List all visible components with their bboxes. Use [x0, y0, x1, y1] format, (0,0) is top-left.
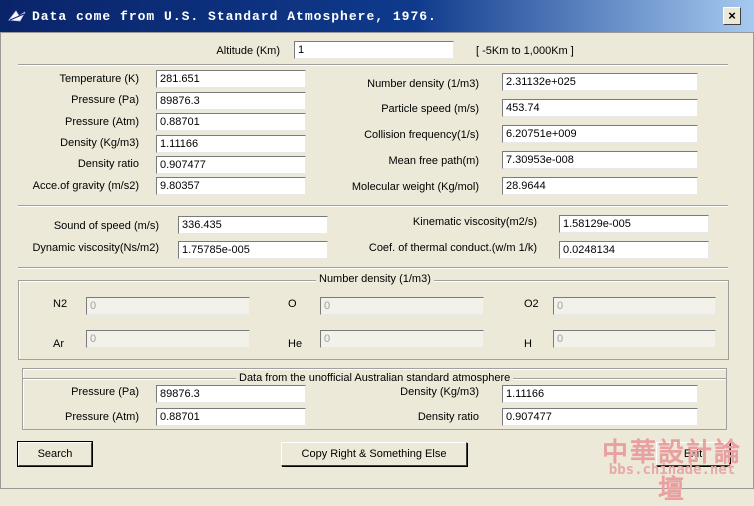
mean-free-path-label: Mean free path(m) — [388, 155, 479, 167]
particle-speed-field[interactable]: 453.74 — [502, 99, 698, 117]
species-field-h: 0 — [553, 330, 716, 348]
thermal-conduct-label: Coef. of thermal conduct.(w/m 1/k) — [368, 242, 537, 254]
pressure-pa-field[interactable]: 89876.3 — [156, 92, 306, 110]
separator-middle — [18, 205, 728, 207]
australian-group-title: Data from the unofficial Australian stan… — [236, 372, 514, 384]
species-label-o: O — [288, 298, 297, 310]
temperature-field[interactable]: 281.651 — [156, 70, 306, 88]
species-label-h: H — [524, 338, 532, 350]
species-field-ar: 0 — [86, 330, 250, 348]
thermal-conduct-field[interactable]: 0.0248134 — [559, 241, 709, 259]
dynamic-viscosity-field[interactable]: 1.75785e-005 — [178, 241, 328, 259]
aus-density-ratio-field[interactable]: 0.907477 — [502, 408, 698, 426]
aus-density-ratio-label: Density ratio — [417, 411, 479, 423]
number-density-group — [18, 280, 729, 360]
app-icon — [8, 10, 26, 22]
aus-pressure-pa-field[interactable]: 89876.3 — [156, 385, 306, 403]
sound-speed-label: Sound of speed (m/s) — [53, 220, 159, 232]
copyright-button[interactable]: Copy Right & Something Else — [281, 442, 467, 466]
density-ratio-field[interactable]: 0.907477 — [156, 156, 306, 174]
close-button[interactable]: × — [723, 7, 741, 25]
window-title: Data come from U.S. Standard Atmosphere,… — [32, 9, 437, 24]
number-density-group-title: Number density (1/m3) — [316, 273, 434, 285]
gravity-field[interactable]: 9.80357 — [156, 177, 306, 195]
aus-pressure-atm-field[interactable]: 0.88701 — [156, 408, 306, 426]
watermark-url: bbs.chinade.net — [608, 462, 736, 478]
gravity-label: Acce.of gravity (m/s2) — [32, 180, 139, 192]
altitude-label: Altitude (Km) — [216, 45, 280, 57]
kinematic-viscosity-label: Kinematic viscosity(m2/s) — [412, 216, 537, 228]
number-density-label: Number density (1/m3) — [367, 78, 479, 90]
particle-speed-label: Particle speed (m/s) — [381, 103, 479, 115]
species-field-he: 0 — [320, 330, 484, 348]
aus-density-field[interactable]: 1.11166 — [502, 385, 698, 403]
aus-pressure-atm-label: Pressure (Atm) — [65, 411, 139, 423]
dynamic-viscosity-label: Dynamic viscosity(Ns/m2) — [32, 242, 159, 254]
aus-pressure-pa-label: Pressure (Pa) — [71, 386, 139, 398]
species-field-o2: 0 — [553, 297, 716, 315]
species-label-ar: Ar — [53, 338, 64, 350]
mean-free-path-field[interactable]: 7.30953e-008 — [502, 151, 698, 169]
species-label-he: He — [288, 338, 303, 350]
altitude-input[interactable]: 1 — [294, 41, 454, 59]
separator-lower — [18, 267, 728, 269]
molecular-weight-label: Molecular weight (Kg/mol) — [351, 181, 479, 193]
species-label-n2: N2 — [53, 298, 68, 310]
density-label: Density (Kg/m3) — [60, 137, 139, 149]
species-label-o2: O2 — [524, 298, 539, 310]
density-ratio-label: Density ratio — [77, 158, 139, 170]
pressure-atm-label: Pressure (Atm) — [65, 116, 139, 128]
density-field[interactable]: 1.11166 — [156, 135, 306, 153]
watermark: 中華設計論壇 bbs.chinade.net — [596, 432, 748, 505]
altitude-range-note: [ -5Km to 1,000Km ] — [476, 45, 574, 57]
kinematic-viscosity-field[interactable]: 1.58129e-005 — [559, 215, 709, 233]
collision-frequency-field[interactable]: 6.20751e+009 — [502, 125, 698, 143]
aus-density-label: Density (Kg/m3) — [400, 386, 479, 398]
pressure-pa-label: Pressure (Pa) — [71, 94, 139, 106]
pressure-atm-field[interactable]: 0.88701 — [156, 113, 306, 131]
number-density-field[interactable]: 2.31132e+025 — [502, 73, 698, 91]
species-field-n2: 0 — [86, 297, 250, 315]
search-button[interactable]: Search — [17, 441, 93, 467]
separator-top — [18, 64, 728, 66]
temperature-label: Temperature (K) — [59, 73, 139, 85]
collision-frequency-label: Collision frequency(1/s) — [364, 129, 479, 141]
molecular-weight-field[interactable]: 28.9644 — [502, 177, 698, 195]
sound-speed-field[interactable]: 336.435 — [178, 216, 328, 234]
species-field-o: 0 — [320, 297, 484, 315]
